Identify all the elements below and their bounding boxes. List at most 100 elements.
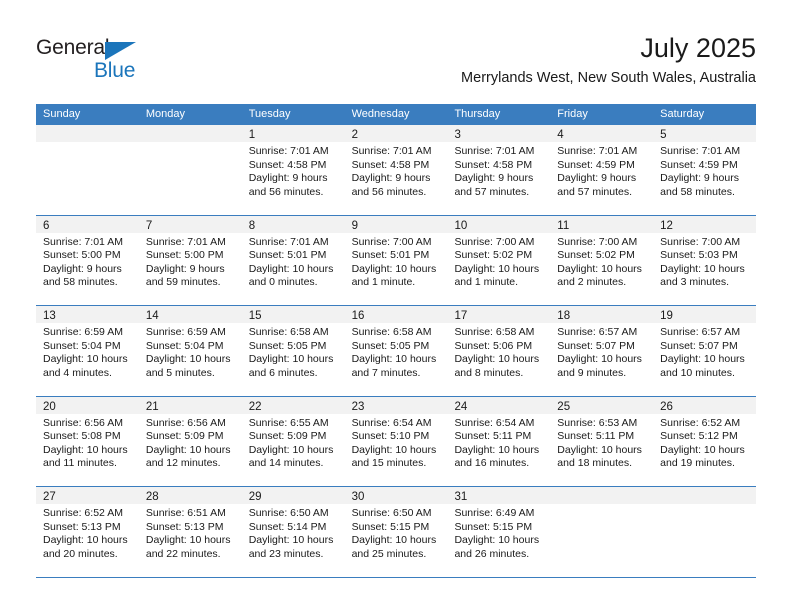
day-cell[interactable]: 8 Sunrise: 7:01 AM Sunset: 5:01 PM Dayli…: [241, 215, 345, 305]
day-info: [550, 504, 653, 507]
day-info: Sunrise: 6:58 AM Sunset: 5:06 PM Dayligh…: [447, 323, 550, 380]
day-cell[interactable]: 7 Sunrise: 7:01 AM Sunset: 5:00 PM Dayli…: [138, 215, 242, 305]
sunrise-line: Sunrise: 6:59 AM: [145, 326, 226, 338]
day-cell[interactable]: 22 Sunrise: 6:55 AM Sunset: 5:09 PM Dayl…: [241, 396, 345, 486]
day-cell[interactable]: [550, 487, 654, 577]
sunrise-line: Sunrise: 7:01 AM: [248, 145, 329, 157]
day-cell[interactable]: 21 Sunrise: 6:56 AM Sunset: 5:09 PM Dayl…: [138, 396, 242, 486]
day-cell[interactable]: 12 Sunrise: 7:00 AM Sunset: 5:03 PM Dayl…: [653, 215, 757, 305]
day-number-strip: [36, 125, 139, 142]
day-number-strip: 20: [36, 396, 139, 414]
week-row: 13 Sunrise: 6:59 AM Sunset: 5:04 PM Dayl…: [36, 306, 757, 397]
day-cell[interactable]: [653, 487, 757, 577]
day-number: 1: [248, 129, 256, 141]
day-cell[interactable]: 30 Sunrise: 6:50 AM Sunset: 5:15 PM Dayl…: [344, 487, 448, 577]
day-cell[interactable]: [138, 125, 242, 215]
day-info: Sunrise: 6:57 AM Sunset: 5:07 PM Dayligh…: [653, 323, 756, 380]
day-number: 16: [351, 310, 365, 322]
daylight-line-2: and 18 minutes.: [557, 457, 633, 470]
daylight-line-2: and 56 minutes.: [351, 185, 427, 198]
day-info: Sunrise: 6:58 AM Sunset: 5:05 PM Dayligh…: [242, 323, 345, 380]
day-info: Sunrise: 7:01 AM Sunset: 5:01 PM Dayligh…: [242, 233, 345, 290]
day-cell[interactable]: 27 Sunrise: 6:52 AM Sunset: 5:13 PM Dayl…: [36, 487, 139, 577]
day-info: Sunrise: 6:54 AM Sunset: 5:10 PM Dayligh…: [345, 414, 448, 471]
day-cell[interactable]: 15 Sunrise: 6:58 AM Sunset: 5:05 PM Dayl…: [241, 306, 345, 396]
day-cell[interactable]: 3 Sunrise: 7:01 AM Sunset: 4:58 PM Dayli…: [447, 125, 551, 215]
sunset-line: Sunset: 5:04 PM: [43, 339, 121, 352]
sunset-line: Sunset: 5:15 PM: [351, 520, 430, 533]
general-blue-logo[interactable]: General Blue: [36, 36, 166, 88]
day-cell[interactable]: 26 Sunrise: 6:52 AM Sunset: 5:12 PM Dayl…: [653, 396, 757, 486]
sunset-line: Sunset: 5:00 PM: [145, 249, 224, 262]
day-cell[interactable]: 29 Sunrise: 6:50 AM Sunset: 5:14 PM Dayl…: [241, 487, 345, 577]
sunrise-line: Sunrise: 6:52 AM: [660, 416, 741, 429]
page-title: July 2025: [640, 33, 756, 63]
page-header: General Blue July 2025 Merrylands West, …: [0, 0, 792, 104]
day-cell[interactable]: 16 Sunrise: 6:58 AM Sunset: 5:05 PM Dayl…: [344, 306, 448, 396]
day-cell[interactable]: 4 Sunrise: 7:01 AM Sunset: 4:59 PM Dayli…: [550, 125, 654, 215]
daylight-line-1: Daylight: 10 hours: [454, 262, 540, 275]
daylight-line-1: Daylight: 10 hours: [248, 262, 334, 275]
day-cell[interactable]: 2 Sunrise: 7:01 AM Sunset: 4:58 PM Dayli…: [344, 125, 448, 215]
day-info: Sunrise: 7:01 AM Sunset: 5:00 PM Dayligh…: [36, 233, 139, 290]
day-cell[interactable]: 13 Sunrise: 6:59 AM Sunset: 5:04 PM Dayl…: [36, 306, 139, 396]
daylight-line-1: Daylight: 10 hours: [351, 262, 437, 275]
day-info: Sunrise: 6:57 AM Sunset: 5:07 PM Dayligh…: [550, 323, 653, 380]
sunset-line: Sunset: 5:03 PM: [660, 249, 738, 262]
day-number: 10: [454, 219, 468, 232]
sunset-line: Sunset: 5:05 PM: [248, 339, 327, 352]
week-row: 20 Sunrise: 6:56 AM Sunset: 5:08 PM Dayl…: [36, 396, 757, 487]
day-cell[interactable]: 18 Sunrise: 6:57 AM Sunset: 5:07 PM Dayl…: [550, 306, 654, 396]
day-cell[interactable]: [36, 125, 139, 215]
day-cell[interactable]: 9 Sunrise: 7:00 AM Sunset: 5:01 PM Dayli…: [344, 215, 448, 305]
day-number-strip: 25: [550, 396, 654, 414]
day-cell[interactable]: 19 Sunrise: 6:57 AM Sunset: 5:07 PM Dayl…: [653, 306, 757, 396]
day-info: Sunrise: 7:01 AM Sunset: 4:58 PM Dayligh…: [345, 142, 448, 199]
day-cell[interactable]: 5 Sunrise: 7:01 AM Sunset: 4:59 PM Dayli…: [653, 125, 757, 215]
day-number: 6: [43, 219, 50, 232]
day-cell[interactable]: 17 Sunrise: 6:58 AM Sunset: 5:06 PM Dayl…: [447, 306, 551, 396]
day-info: Sunrise: 6:50 AM Sunset: 5:14 PM Dayligh…: [242, 504, 345, 561]
daylight-line-1: Daylight: 10 hours: [248, 534, 334, 547]
day-cell[interactable]: 31 Sunrise: 6:49 AM Sunset: 5:15 PM Dayl…: [447, 487, 551, 577]
weekday-header-monday: Monday: [145, 108, 185, 120]
day-number-strip: 5: [653, 125, 757, 142]
day-cell[interactable]: 28 Sunrise: 6:51 AM Sunset: 5:13 PM Dayl…: [138, 487, 242, 577]
sunrise-line: Sunrise: 7:01 AM: [43, 235, 123, 248]
daylight-line-1: Daylight: 10 hours: [145, 443, 231, 456]
day-info: Sunrise: 7:01 AM Sunset: 4:59 PM Dayligh…: [653, 142, 756, 199]
day-number: 2: [351, 129, 358, 141]
sunset-line: Sunset: 5:00 PM: [43, 249, 121, 262]
daylight-line-2: and 19 minutes.: [660, 457, 735, 470]
daylight-line-1: Daylight: 10 hours: [557, 353, 642, 366]
day-cell[interactable]: 20 Sunrise: 6:56 AM Sunset: 5:08 PM Dayl…: [36, 396, 139, 486]
weekday-header-tuesday: Tuesday: [248, 108, 291, 120]
day-cell[interactable]: 1 Sunrise: 7:01 AM Sunset: 4:58 PM Dayli…: [241, 125, 345, 215]
day-cell[interactable]: 10 Sunrise: 7:00 AM Sunset: 5:02 PM Dayl…: [447, 215, 551, 305]
day-number-strip: [653, 487, 757, 504]
calendar-page: General Blue July 2025 Merrylands West, …: [0, 0, 792, 612]
day-cell[interactable]: 23 Sunrise: 6:54 AM Sunset: 5:10 PM Dayl…: [344, 396, 448, 486]
day-cell[interactable]: 11 Sunrise: 7:00 AM Sunset: 5:02 PM Dayl…: [550, 215, 654, 305]
day-number: 24: [454, 400, 468, 413]
day-number: 20: [43, 400, 56, 413]
daylight-line-1: Daylight: 10 hours: [43, 443, 128, 456]
sunset-line: Sunset: 5:11 PM: [557, 430, 635, 443]
sunrise-line: Sunrise: 6:56 AM: [145, 416, 226, 429]
daylight-line-2: and 58 minutes.: [660, 185, 735, 198]
day-number: 25: [557, 400, 571, 413]
day-cell[interactable]: 14 Sunrise: 6:59 AM Sunset: 5:04 PM Dayl…: [138, 306, 242, 396]
sunset-line: Sunset: 5:06 PM: [454, 339, 533, 352]
day-info: Sunrise: 7:00 AM Sunset: 5:02 PM Dayligh…: [550, 233, 653, 290]
day-number: 14: [145, 310, 159, 322]
title-block: July 2025 Merrylands West, New South Wal…: [461, 32, 756, 88]
day-number-strip: 4: [550, 125, 654, 142]
day-number: 28: [145, 491, 159, 503]
sunset-line: Sunset: 4:58 PM: [248, 158, 327, 171]
sunrise-line: Sunrise: 7:01 AM: [248, 235, 329, 248]
day-cell[interactable]: 6 Sunrise: 7:01 AM Sunset: 5:00 PM Dayli…: [36, 215, 139, 305]
day-cell[interactable]: 25 Sunrise: 6:53 AM Sunset: 5:11 PM Dayl…: [550, 396, 654, 486]
daylight-line-1: Daylight: 10 hours: [454, 443, 540, 456]
day-number-strip: 6: [36, 215, 139, 233]
day-cell[interactable]: 24 Sunrise: 6:54 AM Sunset: 5:11 PM Dayl…: [447, 396, 551, 486]
